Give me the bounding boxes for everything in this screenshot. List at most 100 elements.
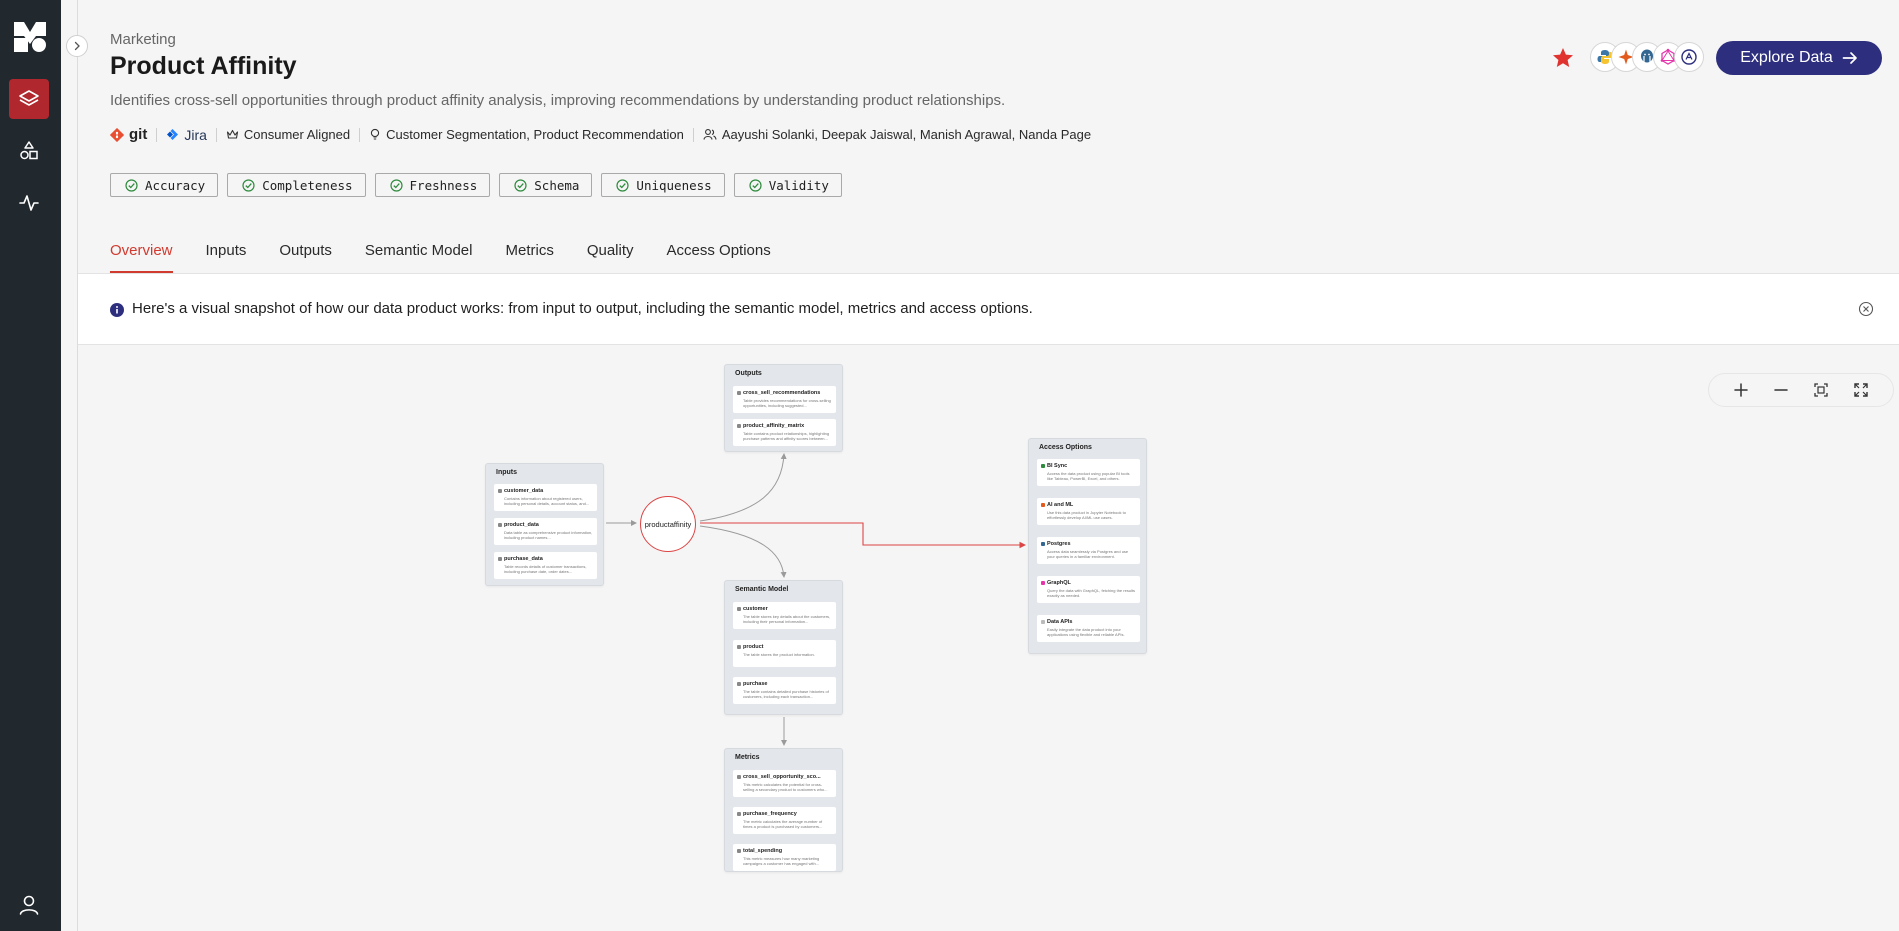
card-name: AI and ML [1047,502,1074,508]
check-circle-icon [514,178,527,192]
semantic-model-group: Semantic Model customer The table stores… [724,580,843,715]
card-name: product [743,644,764,650]
table-icon [737,424,741,428]
input-card[interactable]: purchase_data Table records details of c… [494,552,597,579]
tab-outputs[interactable]: Outputs [279,242,332,273]
card-description: Table provides recommendations for cross… [743,398,831,408]
user-icon [19,895,39,915]
jira-icon [167,129,179,140]
output-card[interactable]: cross_sell_recommendations Table provide… [733,386,836,413]
product-node[interactable]: productaffinity [640,496,696,552]
card-name: Data APIs [1047,619,1073,625]
access-card-postgres[interactable]: Postgres Access data seamlessly via Post… [1037,537,1140,564]
git-link[interactable]: git [110,126,147,143]
arrow-right-icon [1842,52,1857,64]
quality-chip-completeness[interactable]: Completeness [227,173,366,197]
semantic-card[interactable]: product The table stores the product inf… [733,640,836,667]
table-icon [498,557,502,561]
tab-inputs[interactable]: Inputs [206,242,247,273]
card-name: GraphQL [1047,580,1071,586]
card-name: purchase_frequency [743,811,797,817]
nav-shapes-button[interactable] [9,131,49,171]
ai-ml-icon [1041,503,1045,507]
tab-quality[interactable]: Quality [587,242,634,273]
zoom-in-button[interactable] [1730,379,1752,401]
expand-sidebar-button[interactable] [66,35,88,57]
tab-metrics[interactable]: Metrics [505,242,553,273]
check-circle-icon [242,178,255,192]
rail-divider [77,0,78,931]
postgres-icon [1041,542,1045,546]
zoom-out-button[interactable] [1770,379,1792,401]
table-icon [737,391,741,395]
user-profile-button[interactable] [17,893,41,917]
quality-chip-uniqueness[interactable]: Uniqueness [601,173,725,197]
jira-label: Jira [184,126,207,143]
input-card[interactable]: customer_data Contains information about… [494,484,597,511]
semantic-card[interactable]: purchase The table contains detailed pur… [733,677,836,704]
card-description: Data table as comprehensive product info… [504,530,593,540]
use-cases-tag: Customer Segmentation, Product Recommend… [369,127,684,142]
users-icon [703,129,717,140]
output-card[interactable]: product_affinity_matrix Table contains p… [733,419,836,446]
breadcrumb[interactable]: Marketing [110,31,176,48]
use-cases-label: Customer Segmentation, Product Recommend… [386,127,684,142]
chevron-right-icon [74,41,80,51]
group-title: Access Options [1039,444,1092,451]
access-card-bi-sync[interactable]: BI Sync Access the data product using po… [1037,459,1140,486]
explore-data-button[interactable]: Explore Data [1716,41,1882,75]
activity-icon [19,195,39,211]
metric-card[interactable]: total_spending This metric measures how … [733,844,836,871]
meta-divider [359,127,361,142]
quality-chip-accuracy[interactable]: Accuracy [110,173,219,197]
favorite-star-icon[interactable] [1551,46,1575,75]
card-name: cross_sell_recommendations [743,390,821,396]
data-api-icon [1041,620,1045,624]
zoom-controls [1708,373,1894,407]
quality-chip-validity[interactable]: Validity [733,173,842,197]
quality-label: Validity [768,177,829,193]
card-description: This metric measures how many marketing … [743,856,820,866]
owners-label: Aayushi Solanki, Deepak Jaiswal, Manish … [721,127,1092,142]
input-card[interactable]: product_data Data table as comprehensive… [494,518,597,545]
cube-icon [737,645,741,649]
owners-tag: Aayushi Solanki, Deepak Jaiswal, Manish … [703,127,1091,142]
card-description: Access the data product using popular BI… [1047,471,1130,481]
close-banner-icon[interactable] [1858,301,1874,317]
semantic-card[interactable]: customer The table stores key details ab… [733,602,836,629]
tool-logos [1590,42,1706,74]
metric-card[interactable]: purchase_frequency The metric calculates… [733,807,836,834]
quality-checks: Accuracy Completeness Freshness Schema U… [110,173,842,197]
fullscreen-icon [1854,383,1868,397]
tab-semantic-model[interactable]: Semantic Model [365,242,473,273]
metric-icon [737,812,741,816]
access-card-graphql[interactable]: GraphQL Query the data with GraphQL, fet… [1037,576,1140,603]
tab-access-options[interactable]: Access Options [667,242,771,273]
jira-link[interactable]: Jira [166,127,207,143]
crown-icon [226,129,238,139]
access-card-data-apis[interactable]: Data APIs Easily integrate the data prod… [1037,615,1140,642]
brand-logo-icon[interactable] [12,20,48,54]
card-description: This metric calculates the potential for… [743,782,828,792]
quality-label: Schema [534,177,580,193]
quality-chip-schema[interactable]: Schema [499,173,593,197]
check-circle-icon [749,178,762,192]
card-name: total_spending [743,848,783,854]
info-icon [110,303,124,317]
access-card-ai-ml[interactable]: AI and ML Use this data product in Jupyt… [1037,498,1140,525]
card-name: customer [743,606,768,612]
metric-icon [737,775,741,779]
metadata-row: git Jira Consumer Aligned Customer Segme… [110,126,1091,143]
card-name: cross_sell_opportunity_sco... [743,774,821,780]
nav-activity-button[interactable] [9,183,49,223]
card-description: The table stores the product information… [743,652,815,657]
fit-view-button[interactable] [1810,379,1832,401]
quality-label: Completeness [262,177,353,193]
bi-sync-icon [1041,464,1045,468]
tab-overview[interactable]: Overview [110,242,173,273]
card-name: product_affinity_matrix [743,423,805,429]
nav-data-products-button[interactable] [9,79,49,119]
metric-card[interactable]: cross_sell_opportunity_sco... This metri… [733,770,836,797]
fullscreen-button[interactable] [1850,379,1872,401]
quality-chip-freshness[interactable]: Freshness [374,173,491,197]
